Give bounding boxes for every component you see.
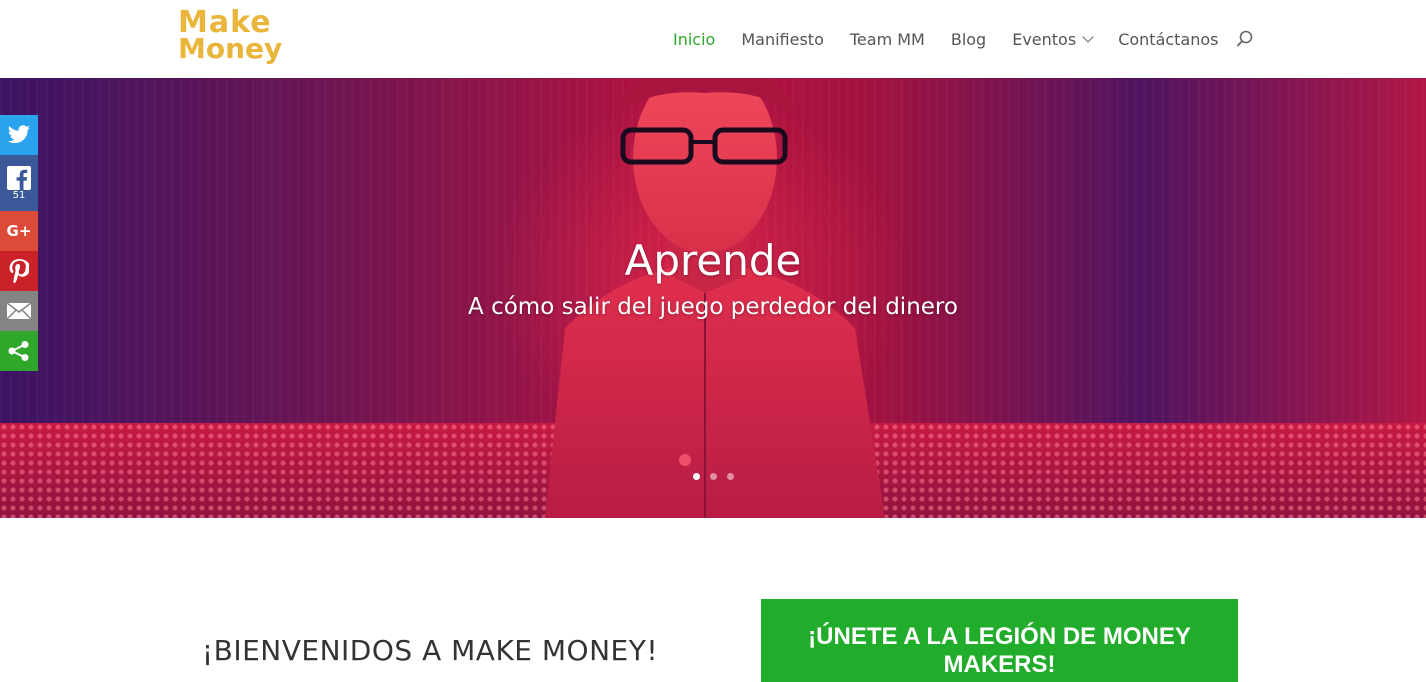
slider-dot-1[interactable] bbox=[693, 473, 700, 480]
nav-item-blog[interactable]: Blog bbox=[951, 30, 986, 49]
email-share-button[interactable] bbox=[0, 291, 38, 331]
nav-item-team-mm[interactable]: Team MM bbox=[850, 30, 925, 49]
google-plus-icon: G+ bbox=[6, 222, 32, 240]
nav-item-eventos-label: Eventos bbox=[1012, 29, 1077, 49]
email-icon bbox=[6, 302, 32, 320]
logo[interactable]: Make Money bbox=[178, 8, 288, 70]
main-nav: Inicio Manifiesto Team MM Blog Eventos C… bbox=[673, 27, 1245, 51]
join-legion-cta[interactable]: ¡ÚNETE A LA LEGIÓN DE MONEY MAKERS! bbox=[761, 599, 1238, 682]
nav-item-contactanos[interactable]: Contáctanos bbox=[1118, 30, 1218, 49]
google-plus-share-button[interactable]: G+ bbox=[0, 211, 38, 251]
slider-dot-3[interactable] bbox=[727, 473, 734, 480]
facebook-share-button[interactable]: 51 bbox=[0, 155, 38, 211]
logo-line2: Money bbox=[178, 32, 283, 65]
search-icon[interactable] bbox=[1236, 30, 1254, 48]
hero-slider: Aprende A cómo salir del juego perdedor … bbox=[0, 78, 1426, 518]
twitter-share-button[interactable] bbox=[0, 115, 38, 155]
slider-dots bbox=[693, 473, 744, 480]
pinterest-share-button[interactable] bbox=[0, 251, 38, 291]
nav-item-inicio[interactable]: Inicio bbox=[673, 30, 715, 49]
chevron-down-icon bbox=[1082, 30, 1094, 43]
social-share-bar: 51 G+ bbox=[0, 115, 38, 371]
facebook-share-count: 51 bbox=[12, 189, 26, 201]
facebook-icon bbox=[7, 165, 31, 190]
nav-item-eventos[interactable]: Eventos bbox=[1012, 29, 1094, 49]
welcome-heading: ¡BIENVENIDOS A MAKE MONEY! bbox=[201, 634, 659, 667]
hero-subtitle: A cómo salir del juego perdedor del dine… bbox=[468, 294, 958, 320]
pinterest-icon bbox=[9, 259, 29, 283]
hero-title: Aprende bbox=[624, 236, 802, 285]
nav-item-manifiesto[interactable]: Manifiesto bbox=[741, 30, 824, 49]
share-icon bbox=[8, 341, 29, 361]
slider-dot-2[interactable] bbox=[710, 473, 717, 480]
more-share-button[interactable] bbox=[0, 331, 38, 371]
twitter-icon bbox=[8, 125, 30, 144]
site-header: Make Money Inicio Manifiesto Team MM Blo… bbox=[0, 0, 1426, 78]
